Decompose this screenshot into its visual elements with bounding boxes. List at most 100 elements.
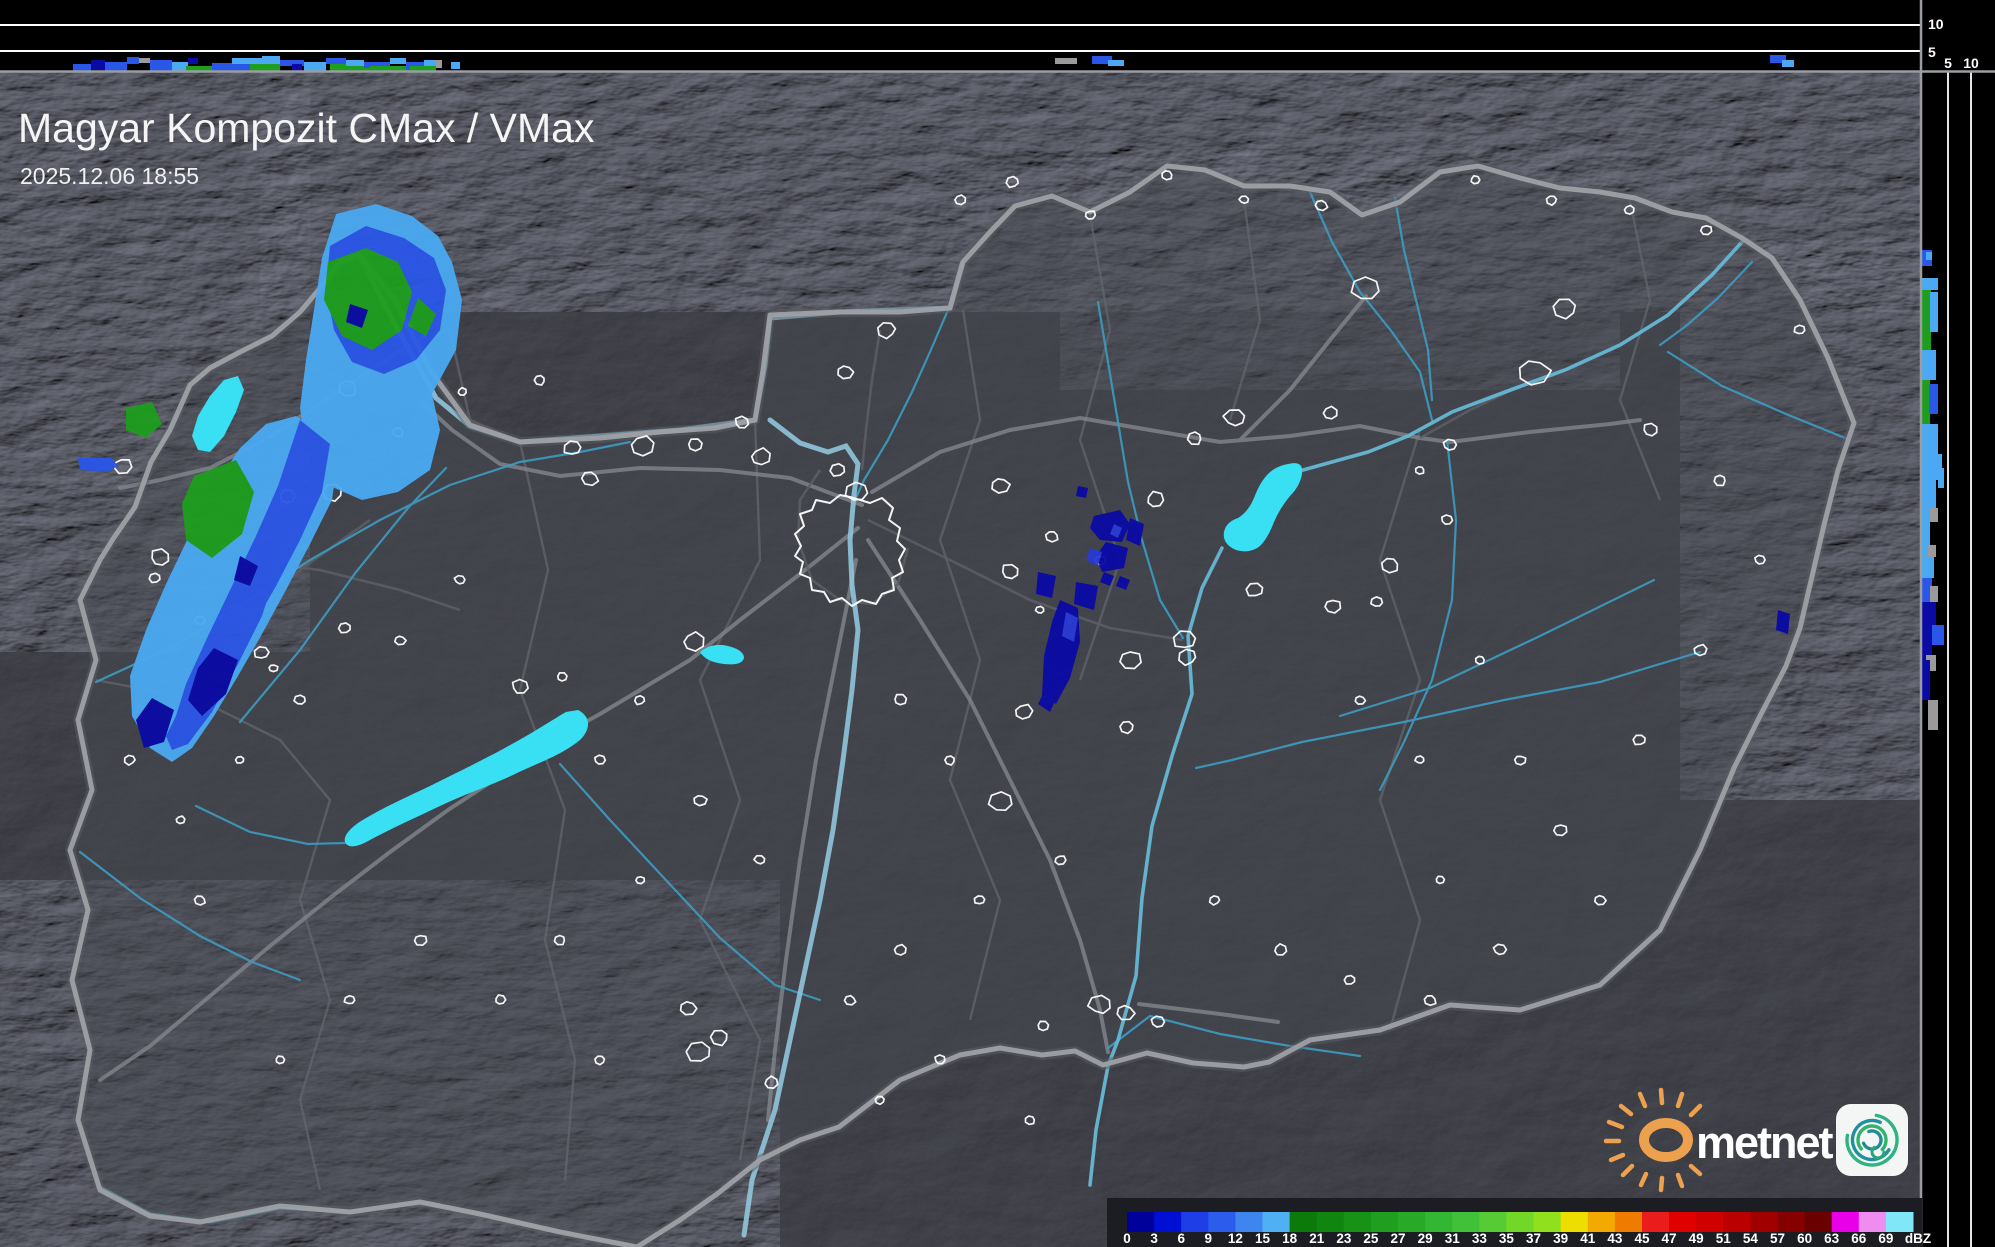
right-profile-echo [1922, 480, 1936, 508]
legend-color-step [1614, 1212, 1643, 1232]
legend-color-step [1127, 1212, 1155, 1232]
legend-tick: 43 [1607, 1231, 1623, 1246]
right-profile-echo [1932, 625, 1944, 645]
legend-tick: 3 [1150, 1231, 1158, 1246]
top-profile-echo [262, 56, 280, 64]
legend-color-step [1452, 1212, 1480, 1232]
legend-tick: 0 [1123, 1231, 1131, 1246]
right-profile-echo [1930, 586, 1938, 602]
right-profile-echo [1922, 290, 1931, 350]
dbz-legend: 0 3 6 9 12 15 18 21 23 25 27 29 31 33 35 37 39 41 43 45 47 49… [1107, 1198, 1931, 1247]
right-profile-echo [1926, 252, 1932, 260]
legend-color-step [1208, 1212, 1236, 1232]
legend-color-step [1804, 1212, 1833, 1232]
legend-color-step [1343, 1212, 1372, 1232]
top-profile-echo [451, 62, 460, 69]
legend-color-step [1181, 1212, 1209, 1232]
radar-app-window: 10 5 5 10 Magyar Kompozit CMax / VMax 20… [0, 0, 1995, 1247]
right-profile-echo [1928, 545, 1936, 557]
right-profile-echo [1922, 278, 1938, 290]
top-profile-echo [232, 64, 250, 71]
legend-tick: 31 [1445, 1231, 1461, 1246]
legend-color-step [1831, 1212, 1860, 1232]
radar-echo [1776, 610, 1790, 634]
legend-tick-labels: 0 3 6 9 12 15 18 21 23 25 27 29 31 33 35 37 39 41 43 45 47 49… [1123, 1231, 1893, 1246]
legend-tick: 45 [1634, 1231, 1650, 1246]
legend-tick: 25 [1363, 1231, 1379, 1246]
top-profile-echo [250, 64, 280, 71]
legend-color-step [1506, 1212, 1535, 1232]
page-title: Magyar Kompozit CMax / VMax [18, 105, 595, 151]
top-profile-echo [73, 64, 91, 71]
right-axis-label-5: 5 [1944, 55, 1952, 71]
top-profile-echo [304, 62, 326, 71]
legend-color-step [1235, 1212, 1264, 1232]
legend-color-step [1723, 1212, 1751, 1232]
legend-tick: 49 [1689, 1231, 1704, 1246]
legend-color-step [1398, 1212, 1426, 1232]
right-profile-echo [1922, 660, 1930, 700]
top-axis-label-5: 5 [1928, 44, 1936, 60]
legend-color-step [1262, 1212, 1291, 1232]
top-profile-echo [139, 58, 150, 63]
legend-color-step [1425, 1212, 1453, 1232]
legend-color-step [1587, 1212, 1616, 1232]
top-axis-label-10: 10 [1928, 16, 1944, 32]
top-profile-echo [424, 60, 438, 66]
top-profile-echo [127, 57, 139, 64]
legend-color-step [1641, 1212, 1670, 1232]
legend-color-step [1370, 1212, 1399, 1232]
legend-color-step [1560, 1212, 1589, 1232]
legend-tick: 15 [1255, 1231, 1271, 1246]
legend-tick: 63 [1824, 1231, 1840, 1246]
top-profile-echo [292, 64, 302, 71]
top-profile-echo [1782, 60, 1794, 67]
top-profile-echo [1108, 60, 1124, 66]
map-area [0, 72, 1921, 1247]
legend-color-segments [1127, 1212, 1914, 1232]
right-profile-panel [1921, 0, 1995, 1247]
top-profile-echo [232, 58, 262, 64]
legend-color-step [1750, 1212, 1778, 1232]
right-profile-echo [1922, 424, 1938, 454]
legend-color-step [1669, 1212, 1697, 1232]
legend-tick: 60 [1797, 1231, 1812, 1246]
top-profile-echo [172, 62, 188, 71]
logo-text: metnet [1696, 1117, 1834, 1168]
right-profile-echo [1922, 380, 1930, 424]
legend-color-step [1479, 1212, 1507, 1232]
right-profile-echo [1938, 468, 1944, 488]
timestamp: 2025.12.06 18:55 [20, 163, 199, 189]
top-profile-panel [0, 0, 1921, 72]
legend-tick: 6 [1177, 1231, 1185, 1246]
right-profile-echo [1930, 292, 1938, 332]
radar-composite-canvas: 10 5 5 10 Magyar Kompozit CMax / VMax 20… [0, 0, 1995, 1247]
legend-tick: 47 [1662, 1231, 1677, 1246]
legend-tick: 66 [1851, 1231, 1867, 1246]
legend-tick: 37 [1526, 1231, 1541, 1246]
legend-tick: 51 [1716, 1231, 1732, 1246]
legend-tick: 23 [1336, 1231, 1352, 1246]
legend-tick: 33 [1472, 1231, 1488, 1246]
legend-tick: 54 [1743, 1231, 1759, 1246]
top-profile-echo [390, 58, 406, 64]
top-profile-echo [1055, 58, 1077, 64]
legend-tick: 39 [1553, 1231, 1568, 1246]
legend-color-step [1858, 1212, 1887, 1232]
top-profile-echo [188, 58, 198, 64]
legend-color-step [1289, 1212, 1318, 1232]
legend-tick: 21 [1309, 1231, 1325, 1246]
legend-color-step [1533, 1212, 1562, 1232]
legend-tick: 12 [1228, 1231, 1243, 1246]
legend-tick: 9 [1205, 1231, 1213, 1246]
top-profile-echo [212, 63, 232, 71]
right-profile-echo [1928, 700, 1938, 730]
legend-tick: 27 [1391, 1231, 1406, 1246]
legend-tick: 41 [1580, 1231, 1596, 1246]
metnet-app-icon [1836, 1104, 1908, 1176]
right-profile-echo [1930, 508, 1938, 522]
right-profile-echo [1922, 508, 1930, 548]
top-profile-echo [346, 60, 364, 66]
right-profile-echo [1922, 350, 1936, 380]
legend-tick: 18 [1282, 1231, 1298, 1246]
